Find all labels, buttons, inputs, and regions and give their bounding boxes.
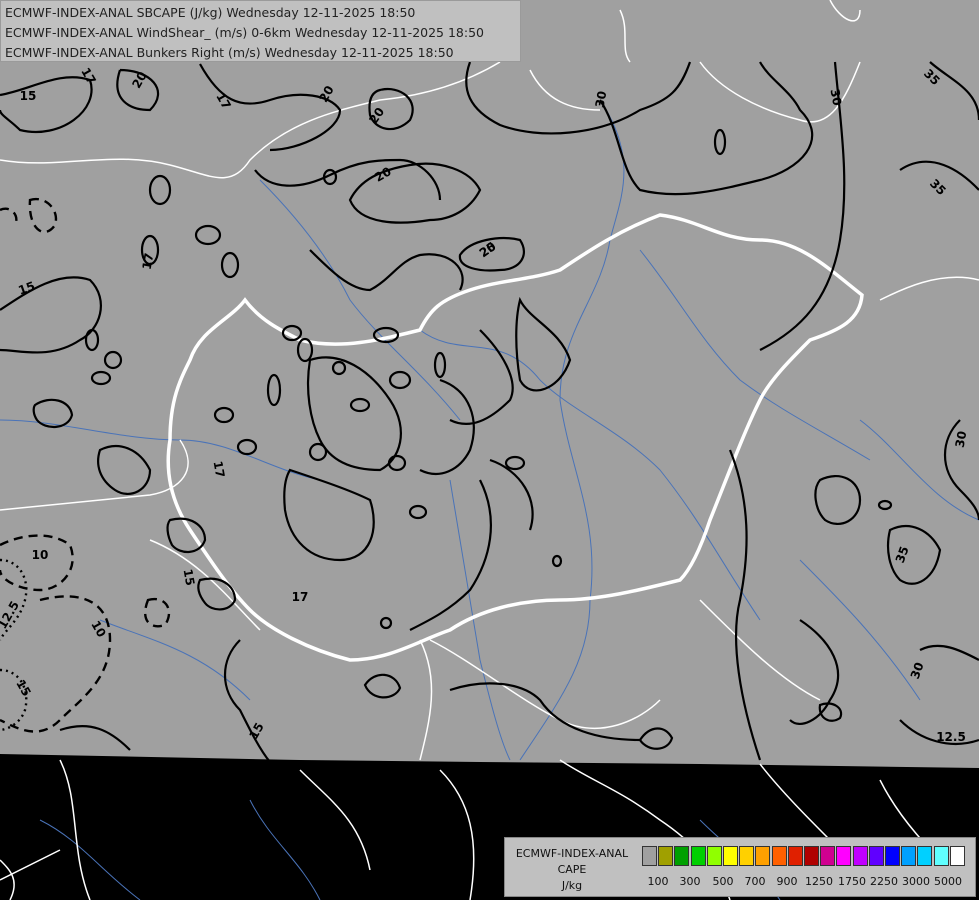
legend-swatch [674, 846, 690, 866]
contour-label: 17 [211, 460, 228, 479]
legend-tick-label: 100 [647, 875, 669, 888]
legend-tick-label: 5000 [934, 875, 962, 888]
legend-tick-label: 900 [776, 875, 798, 888]
coastline [0, 859, 15, 900]
legend-swatch [885, 846, 900, 866]
title-line-windshear: ECMWF-INDEX-ANAL WindShear_ (m/s) 0-6km … [5, 25, 484, 40]
legend-swatch [690, 846, 706, 866]
contour-label: 15 [181, 568, 198, 587]
legend-swatch [820, 846, 836, 866]
contour-label: 30 [593, 90, 610, 109]
legend-tick-label: 1750 [838, 875, 866, 888]
legend-tick-label: 700 [744, 875, 766, 888]
contour-label: 10 [32, 548, 49, 562]
contour-label: 17 [140, 252, 157, 271]
legend-swatch [658, 846, 674, 866]
contour-label: 30 [828, 88, 845, 107]
legend-tick-label: 1250 [805, 875, 833, 888]
legend-swatch [852, 846, 868, 866]
map-title-box: ECMWF-INDEX-ANAL SBCAPE (J/kg) Wednesday… [0, 0, 521, 62]
legend-title-variable: CAPE [557, 863, 587, 876]
contour-label: 30 [953, 430, 970, 449]
contour-label: 12.5 [936, 730, 966, 744]
legend-swatch [771, 846, 787, 866]
legend-swatch [755, 846, 771, 866]
legend-tick-label: 500 [712, 875, 734, 888]
contour-label: 15 [20, 89, 37, 103]
legend-swatch [706, 846, 722, 866]
legend-swatch [739, 846, 755, 866]
contour-label: 17 [292, 590, 309, 604]
legend-swatch [804, 846, 819, 866]
legend-swatch [949, 846, 965, 866]
legend-tick-label: 2250 [870, 875, 898, 888]
title-line-cape: ECMWF-INDEX-ANAL SBCAPE (J/kg) Wednesday… [5, 5, 416, 20]
legend-swatch [642, 846, 657, 866]
weather-map: 1517 2017 2020202530 3035171517151720303535… [0, 0, 979, 900]
legend-swatch [836, 846, 852, 866]
title-line-bunkers: ECMWF-INDEX-ANAL Bunkers Right (m/s) Wed… [5, 45, 454, 60]
legend-swatch [901, 846, 917, 866]
cape-legend: ECMWF-INDEX-ANAL CAPE J/kg 100 300 500 700 9… [504, 837, 976, 897]
legend-tick-label: 300 [679, 875, 701, 888]
legend-swatch [917, 846, 933, 866]
legend-swatch [868, 846, 884, 866]
legend-title-source: ECMWF-INDEX-ANAL [515, 847, 629, 860]
legend-swatch [933, 846, 949, 866]
legend-tick-label: 3000 [902, 875, 930, 888]
legend-title-unit: J/kg [561, 879, 583, 892]
legend-swatch [723, 846, 738, 866]
legend-swatch [787, 846, 803, 866]
